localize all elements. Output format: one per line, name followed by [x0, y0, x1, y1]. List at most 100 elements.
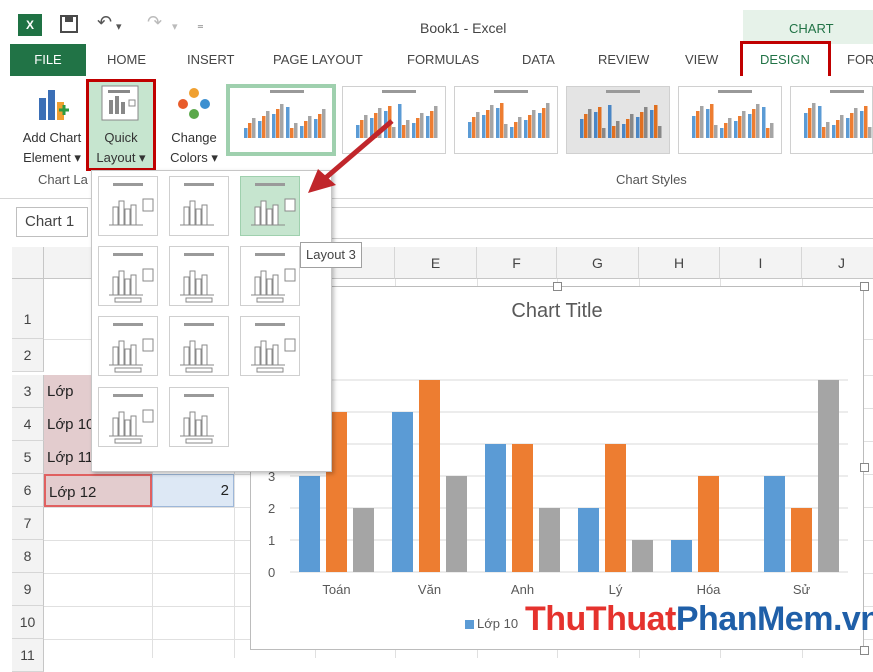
quick-layout-option-8[interactable] [169, 316, 229, 376]
x-tick-label: Sử [793, 582, 811, 597]
thumb-bar [472, 117, 476, 138]
thumb-bar [486, 110, 490, 138]
thumb-bar [608, 105, 612, 138]
cell-b6[interactable]: 2 [152, 474, 234, 507]
bar-series-2-Văn[interactable] [419, 380, 440, 572]
row-header-5[interactable]: 5 [12, 441, 44, 474]
row-header-4[interactable]: 4 [12, 408, 44, 441]
undo-dropdown-icon[interactable]: ▾ [116, 20, 122, 33]
add-chart-element-label-2[interactable]: Element ▾ [14, 148, 90, 168]
thumb-bar [626, 119, 630, 138]
bar-Lớp 10-Lý[interactable] [578, 508, 599, 572]
undo-icon[interactable]: ↶ [97, 12, 112, 33]
quick-layout-option-5[interactable] [169, 246, 229, 306]
bar-series-3-Lý[interactable] [632, 540, 653, 572]
tab-home[interactable]: HOME [107, 52, 146, 67]
thumb-bar [542, 108, 546, 138]
row-header-1[interactable]: 1 [12, 279, 44, 339]
quick-layout-option-1[interactable] [98, 176, 158, 236]
row-header-10[interactable]: 10 [12, 606, 44, 639]
chart-resize-handle[interactable] [860, 646, 869, 655]
thumb-bar [280, 104, 284, 138]
tab-data[interactable]: DATA [522, 52, 555, 67]
bar-Lớp 10-Anh[interactable] [485, 444, 506, 572]
thumb-bar [728, 118, 732, 138]
thumb-bar [860, 111, 864, 138]
thumb-bar [276, 109, 280, 138]
thumb-bar [532, 110, 536, 138]
row-header-7[interactable]: 7 [12, 507, 44, 540]
tab-format[interactable]: FOR [847, 52, 873, 67]
bar-series-3-Anh[interactable] [539, 508, 560, 572]
column-header-g[interactable]: G [557, 247, 639, 279]
bar-series-3-Sử[interactable] [818, 380, 839, 572]
cell-a6[interactable]: Lớp 12 [44, 474, 152, 507]
row-header-9[interactable]: 9 [12, 573, 44, 606]
row-header-3[interactable]: 3 [12, 375, 44, 408]
chart-title[interactable]: Chart Title [250, 300, 864, 323]
thumb-bar [710, 104, 714, 138]
column-header-j[interactable]: J [802, 247, 873, 279]
change-colors-icon[interactable] [175, 86, 213, 120]
tab-view[interactable]: VIEW [685, 52, 718, 67]
tab-review[interactable]: REVIEW [598, 52, 649, 67]
quick-layout-option-3[interactable] [240, 176, 300, 236]
row-header-2[interactable]: 2 [12, 339, 44, 372]
chart-plot[interactable]: 0123Toán Văn Anh Lý Hóa Sử [250, 330, 864, 630]
quick-layout-option-7[interactable] [98, 316, 158, 376]
thumb-bar [770, 123, 774, 138]
quick-layout-option-11[interactable] [169, 387, 229, 447]
thumb-bar [584, 114, 588, 138]
tab-file[interactable]: FILE [10, 44, 86, 76]
bar-series-2-Lý[interactable] [605, 444, 626, 572]
thumb-bar [262, 116, 266, 138]
row-header-8[interactable]: 8 [12, 540, 44, 573]
name-box[interactable]: Chart 1 [16, 207, 88, 237]
redo-dropdown-icon[interactable]: ▾ [172, 20, 178, 33]
select-all-corner[interactable] [12, 247, 44, 279]
bar-Lớp 10-Toán[interactable] [299, 476, 320, 572]
tab-insert[interactable]: INSERT [187, 52, 234, 67]
chart-resize-handle[interactable] [860, 282, 869, 291]
x-tick-label: Anh [511, 582, 534, 597]
tab-page-layout[interactable]: PAGE LAYOUT [273, 52, 363, 67]
row-header-6[interactable]: 6 [12, 474, 44, 507]
watermark-logo: ThuThuatPhanMem.vn [525, 600, 873, 639]
chart-resize-handle[interactable] [860, 463, 869, 472]
tab-formulas[interactable]: FORMULAS [407, 52, 479, 67]
quick-layout-option-10[interactable] [98, 387, 158, 447]
row-header-11[interactable]: 11 [12, 639, 44, 672]
bar-series-3-Văn[interactable] [446, 476, 467, 572]
change-colors-label-1[interactable]: Change [160, 128, 228, 148]
quick-layout-label-1[interactable]: Quick [86, 128, 156, 148]
column-header-h[interactable]: H [639, 247, 720, 279]
customize-qat-icon[interactable]: ₌ [197, 17, 204, 33]
add-chart-element-icon[interactable] [37, 86, 69, 124]
excel-logo-icon: X [18, 14, 42, 36]
column-header-f[interactable]: F [477, 247, 557, 279]
formula-input[interactable] [330, 207, 873, 239]
quick-layout-option-9[interactable] [240, 316, 300, 376]
redo-icon[interactable]: ↷ [147, 12, 162, 33]
bar-Lớp 10-Hóa[interactable] [671, 540, 692, 572]
add-chart-element-label-1[interactable]: Add Chart [14, 128, 90, 148]
column-header-e[interactable]: E [395, 247, 477, 279]
chart-resize-handle[interactable] [553, 282, 562, 291]
thumb-bar [812, 103, 816, 138]
save-icon[interactable] [60, 15, 78, 33]
quick-layout-option-2[interactable] [169, 176, 229, 236]
x-tick-label: Lý [609, 582, 623, 597]
bar-series-2-Anh[interactable] [512, 444, 533, 572]
thumb-bar [742, 111, 746, 138]
quick-layout-option-4[interactable] [98, 246, 158, 306]
bar-series-3-Toán[interactable] [353, 508, 374, 572]
thumb-bar [766, 128, 770, 138]
bar-series-2-Sử[interactable] [791, 508, 812, 572]
bar-Lớp 10-Sử[interactable] [764, 476, 785, 572]
column-header-i[interactable]: I [720, 247, 802, 279]
bar-series-2-Hóa[interactable] [698, 476, 719, 572]
quick-layout-label-2[interactable]: Layout ▾ [86, 148, 156, 168]
bar-Lớp 10-Văn[interactable] [392, 412, 413, 572]
change-colors-label-2[interactable]: Colors ▾ [160, 148, 228, 168]
quick-layout-option-6[interactable] [240, 246, 300, 306]
